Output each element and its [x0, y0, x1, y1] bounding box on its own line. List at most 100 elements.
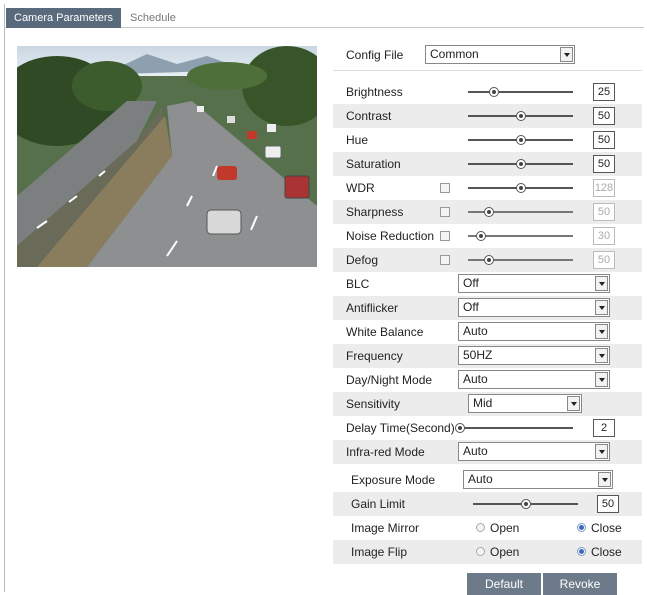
saturation-row: Saturation 50: [333, 152, 642, 176]
brightness-value[interactable]: 25: [593, 83, 615, 101]
infrared-mode-select[interactable]: Auto: [458, 442, 610, 461]
gain-limit-slider-knob[interactable]: [520, 499, 531, 509]
antiflicker-value: Off: [463, 300, 479, 314]
infrared-mode-row: Infra-red Mode Auto: [333, 440, 642, 464]
wdr-slider-knob[interactable]: [515, 183, 526, 193]
delay-time-slider[interactable]: [455, 423, 573, 433]
exposure-mode-label: Exposure Mode: [351, 473, 436, 487]
sensitivity-label: Sensitivity: [346, 397, 401, 411]
defog-slider-knob[interactable]: [484, 255, 494, 265]
noise-reduction-slider[interactable]: [468, 231, 573, 241]
image-flip-close-label: Close: [591, 545, 622, 559]
day-night-mode-select[interactable]: Auto: [458, 370, 610, 389]
noise-reduction-label: Noise Reduction: [346, 229, 435, 243]
blc-value: Off: [463, 276, 479, 290]
gain-limit-slider[interactable]: [473, 499, 578, 509]
saturation-value[interactable]: 50: [593, 155, 615, 173]
sharpness-label: Sharpness: [346, 205, 404, 219]
contrast-slider[interactable]: [468, 111, 573, 121]
sharpness-slider[interactable]: [468, 207, 573, 217]
sharpness-value[interactable]: 50: [593, 203, 615, 221]
divider: [333, 70, 642, 71]
wdr-row: WDR 128: [333, 176, 642, 200]
blc-select[interactable]: Off: [458, 274, 610, 293]
chevron-down-icon: [595, 324, 608, 339]
saturation-slider-knob[interactable]: [515, 159, 526, 169]
brightness-row: Brightness 25: [333, 80, 642, 104]
image-flip-open-radio[interactable]: [476, 547, 485, 556]
infrared-mode-value: Auto: [463, 444, 488, 458]
hue-slider-knob[interactable]: [515, 135, 526, 145]
delay-time-row: Delay Time(Second) 2: [333, 416, 642, 440]
image-mirror-open-label: Open: [490, 521, 520, 535]
contrast-slider-knob[interactable]: [515, 111, 526, 121]
delay-time-label: Delay Time(Second): [346, 421, 455, 435]
wdr-value[interactable]: 128: [593, 179, 615, 197]
image-mirror-open-radio[interactable]: [476, 523, 485, 532]
gain-limit-label: Gain Limit: [351, 497, 406, 511]
delay-time-value[interactable]: 2: [593, 419, 615, 437]
exposure-mode-select[interactable]: Auto: [463, 470, 613, 489]
sharpness-checkbox[interactable]: [440, 207, 450, 217]
image-flip-open-label: Open: [490, 545, 520, 559]
day-night-mode-value: Auto: [463, 372, 488, 386]
day-night-mode-label: Day/Night Mode: [346, 373, 433, 387]
wdr-slider[interactable]: [468, 183, 573, 193]
delay-time-slider-knob[interactable]: [455, 423, 466, 433]
wdr-checkbox[interactable]: [440, 183, 450, 193]
config-file-label: Config File: [346, 48, 404, 62]
camera-preview-image: [17, 46, 317, 267]
defog-value[interactable]: 50: [593, 251, 615, 269]
antiflicker-select[interactable]: Off: [458, 298, 610, 317]
contrast-value[interactable]: 50: [593, 107, 615, 125]
frequency-value: 50HZ: [463, 348, 493, 362]
noise-reduction-checkbox[interactable]: [440, 231, 450, 241]
brightness-slider[interactable]: [468, 87, 573, 97]
sharpness-row: Sharpness 50: [333, 200, 642, 224]
image-mirror-close-label: Close: [591, 521, 622, 535]
image-flip-close-radio[interactable]: [577, 547, 586, 556]
image-flip-row: Image Flip Open Close: [333, 540, 642, 564]
default-button[interactable]: Default: [467, 573, 541, 595]
defog-slider[interactable]: [468, 255, 573, 265]
saturation-label: Saturation: [346, 157, 401, 171]
sensitivity-row: Sensitivity Mid: [333, 392, 642, 416]
chevron-down-icon: [595, 276, 608, 291]
day-night-mode-row: Day/Night Mode Auto: [333, 368, 642, 392]
defog-checkbox[interactable]: [440, 255, 450, 265]
sensitivity-select[interactable]: Mid: [468, 394, 582, 413]
white-balance-label: White Balance: [346, 325, 424, 339]
config-file-select[interactable]: Common: [425, 45, 575, 64]
frequency-row: Frequency 50HZ: [333, 344, 642, 368]
defog-row: Defog 50: [333, 248, 642, 272]
antiflicker-row: Antiflicker Off: [333, 296, 642, 320]
white-balance-row: White Balance Auto: [333, 320, 642, 344]
chevron-down-icon: [598, 472, 611, 487]
contrast-label: Contrast: [346, 109, 392, 123]
chevron-down-icon: [567, 396, 580, 411]
exposure-mode-value: Auto: [468, 472, 493, 486]
chevron-down-icon: [595, 372, 608, 387]
sharpness-slider-knob[interactable]: [484, 207, 494, 217]
frequency-select[interactable]: 50HZ: [458, 346, 610, 365]
tab-camera-parameters[interactable]: Camera Parameters: [6, 8, 122, 28]
hue-slider[interactable]: [468, 135, 573, 145]
hue-value[interactable]: 50: [593, 131, 615, 149]
chevron-down-icon: [560, 47, 573, 62]
gain-limit-value[interactable]: 50: [597, 495, 619, 513]
noise-reduction-row: Noise Reduction 30: [333, 224, 642, 248]
saturation-slider[interactable]: [468, 159, 573, 169]
antiflicker-label: Antiflicker: [346, 301, 399, 315]
revoke-button[interactable]: Revoke: [543, 573, 617, 595]
tab-bar: Camera Parameters Schedule: [4, 8, 644, 28]
gain-limit-row: Gain Limit 50: [333, 492, 642, 516]
brightness-slider-knob[interactable]: [489, 87, 500, 97]
noise-reduction-slider-knob[interactable]: [475, 231, 486, 241]
blc-row: BLC Off: [333, 272, 642, 296]
chevron-down-icon: [595, 300, 608, 315]
white-balance-value: Auto: [463, 324, 488, 338]
tab-schedule[interactable]: Schedule: [122, 8, 184, 28]
noise-reduction-value[interactable]: 30: [593, 227, 615, 245]
white-balance-select[interactable]: Auto: [458, 322, 610, 341]
image-mirror-close-radio[interactable]: [577, 523, 586, 532]
